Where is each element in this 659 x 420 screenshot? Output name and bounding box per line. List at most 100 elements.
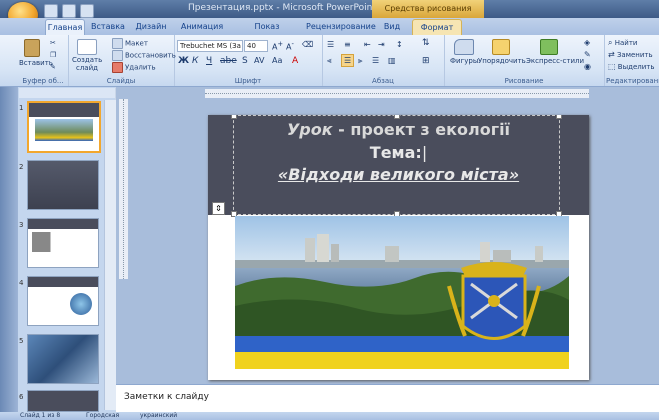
layout-icon: [112, 38, 123, 49]
paste-button[interactable]: Вставить: [19, 59, 53, 67]
copy-icon[interactable]: ❐: [50, 51, 56, 59]
tab-animation[interactable]: Анимация: [178, 19, 226, 35]
status-language[interactable]: украинский: [140, 412, 177, 419]
redo-icon[interactable]: [80, 4, 94, 18]
font-color-button[interactable]: A: [292, 56, 298, 66]
slide-thumbnail-1[interactable]: [27, 101, 101, 153]
align-center-icon[interactable]: ☰: [341, 54, 355, 67]
cut-icon[interactable]: ✂: [50, 39, 56, 47]
bullets-icon[interactable]: ☰: [327, 40, 334, 49]
status-bar: Слайд 1 из 8 Городская украинский: [0, 412, 659, 420]
slide-thumbnail-3[interactable]: [27, 218, 99, 268]
resize-handle[interactable]: [231, 115, 237, 119]
spacing-button[interactable]: AV: [254, 56, 264, 65]
line-spacing-icon[interactable]: ↕: [396, 40, 403, 49]
text-cursor: |: [421, 143, 428, 162]
shapes-button[interactable]: Фигуры: [450, 57, 478, 65]
tab-review[interactable]: Рецензирование: [306, 19, 376, 35]
slide-canvas[interactable]: Урок - проект з екології Тема:| «Відходи…: [208, 115, 589, 380]
shape-fill-icon[interactable]: ◈: [584, 38, 590, 47]
slide-thumbnail-6[interactable]: [27, 390, 99, 412]
group-slides: Создать слайд Макет Восстановить Удалить…: [68, 35, 176, 86]
group-paragraph: ☰ ≡ ⇤ ⇥ ↕ ⇅ ⫷ ☰ ⫸ ☰ ▥ ⊞ Абзац: [322, 35, 445, 86]
group-label-slides: Слайды: [106, 77, 136, 85]
slide-thumbnail-4[interactable]: [27, 276, 99, 326]
panel-tabs[interactable]: [19, 88, 115, 98]
shapes-icon[interactable]: [454, 39, 474, 55]
italic-button[interactable]: К: [192, 56, 198, 66]
slide-thumbnail-5[interactable]: [27, 334, 99, 384]
save-icon[interactable]: [44, 4, 58, 18]
horizontal-ruler: [205, 89, 589, 98]
ribbon-tabs: Главная Вставка Дизайн Анимация Показ сл…: [0, 18, 659, 46]
bold-button[interactable]: Ж: [178, 56, 189, 66]
indent-increase-icon[interactable]: ⇥: [378, 40, 385, 49]
change-case-button[interactable]: Aa: [272, 56, 282, 65]
status-theme: Городская: [86, 412, 120, 419]
font-size-select[interactable]: 40: [244, 40, 268, 52]
shrink-font-button[interactable]: A-: [286, 40, 294, 52]
group-label-editing: Редактирование: [606, 77, 659, 85]
tab-insert[interactable]: Вставка: [90, 19, 126, 35]
grow-font-button[interactable]: A+: [272, 40, 283, 52]
underline-button[interactable]: Ч: [206, 56, 212, 66]
status-slide-info: Слайд 1 из 8: [20, 412, 61, 419]
clear-format-icon[interactable]: ⌫: [302, 40, 313, 49]
select-button[interactable]: ⬚ Выделить: [608, 62, 655, 71]
binoculars-icon: ⌕: [608, 38, 613, 47]
tab-slideshow[interactable]: Показ слайдов: [236, 19, 298, 46]
slide-thumbnail-2[interactable]: [27, 160, 99, 210]
columns-icon[interactable]: ▥: [388, 56, 396, 65]
group-label-font: Шрифт: [234, 77, 262, 85]
arrange-icon[interactable]: [492, 39, 510, 55]
title-bar: Презентация.pptx - Microsoft PowerPoint …: [0, 0, 659, 18]
resize-handle[interactable]: [556, 115, 562, 119]
arrange-button[interactable]: Упорядочить: [478, 57, 526, 65]
resize-handle[interactable]: [394, 115, 400, 119]
shape-effects-icon[interactable]: ◉: [584, 62, 591, 71]
indent-decrease-icon[interactable]: ⇤: [364, 40, 371, 49]
quick-styles-button[interactable]: Экспресс-стили: [526, 57, 584, 65]
select-icon: ⬚: [608, 62, 616, 71]
city-photo[interactable]: [235, 216, 569, 369]
group-editing: ⌕ Найти ⇄ Заменить ⬚ Выделить Редактиров…: [604, 35, 659, 86]
find-button[interactable]: ⌕ Найти: [608, 38, 637, 48]
delete-slide-button[interactable]: Удалить: [112, 62, 156, 73]
slide-number-3: 3: [19, 221, 24, 229]
city-photo-image: [235, 216, 569, 369]
font-name-select[interactable]: Trebuchet MS (За: [177, 40, 243, 52]
slide-footer-area: [208, 369, 589, 380]
tab-home[interactable]: Главная: [45, 19, 85, 36]
strikethrough-button[interactable]: abe: [220, 56, 237, 66]
undo-icon[interactable]: [62, 4, 76, 18]
reset-icon: [112, 50, 123, 61]
format-painter-icon[interactable]: ✎: [50, 63, 56, 71]
align-left-icon[interactable]: ⫷: [327, 56, 332, 66]
numbering-icon[interactable]: ≡: [344, 40, 351, 49]
slide-number-2: 2: [19, 163, 24, 171]
paste-icon[interactable]: [24, 39, 40, 57]
shadow-button[interactable]: S: [242, 56, 248, 66]
context-header: Средства рисования: [372, 0, 484, 18]
reset-button[interactable]: Восстановить: [112, 50, 176, 61]
tab-view[interactable]: Вид: [380, 19, 404, 35]
autofit-options-icon[interactable]: ⇕: [212, 202, 225, 215]
align-right-icon[interactable]: ⫸: [358, 56, 363, 66]
notes-placeholder: Заметки к слайду: [124, 392, 209, 402]
new-slide-icon[interactable]: [77, 39, 97, 55]
smartart-icon[interactable]: ⊞: [422, 56, 430, 66]
slide-number-6: 6: [19, 393, 24, 401]
new-slide-button[interactable]: Создать слайд: [72, 56, 102, 72]
tab-format[interactable]: Формат: [412, 19, 462, 36]
slide-number-1: 1: [19, 104, 24, 112]
quick-styles-icon[interactable]: [540, 39, 558, 55]
text-direction-icon[interactable]: ⇅: [422, 38, 430, 48]
replace-button[interactable]: ⇄ Заменить: [608, 50, 653, 59]
notes-pane[interactable]: Заметки к слайду: [116, 384, 659, 413]
tab-design[interactable]: Дизайн: [134, 19, 168, 35]
slides-scrollbar[interactable]: [104, 100, 116, 410]
layout-button[interactable]: Макет: [112, 38, 148, 49]
slide-title-line-3: «Відходи великого міста»: [277, 165, 520, 184]
justify-icon[interactable]: ☰: [372, 56, 379, 65]
shape-outline-icon[interactable]: ✎: [584, 50, 591, 59]
